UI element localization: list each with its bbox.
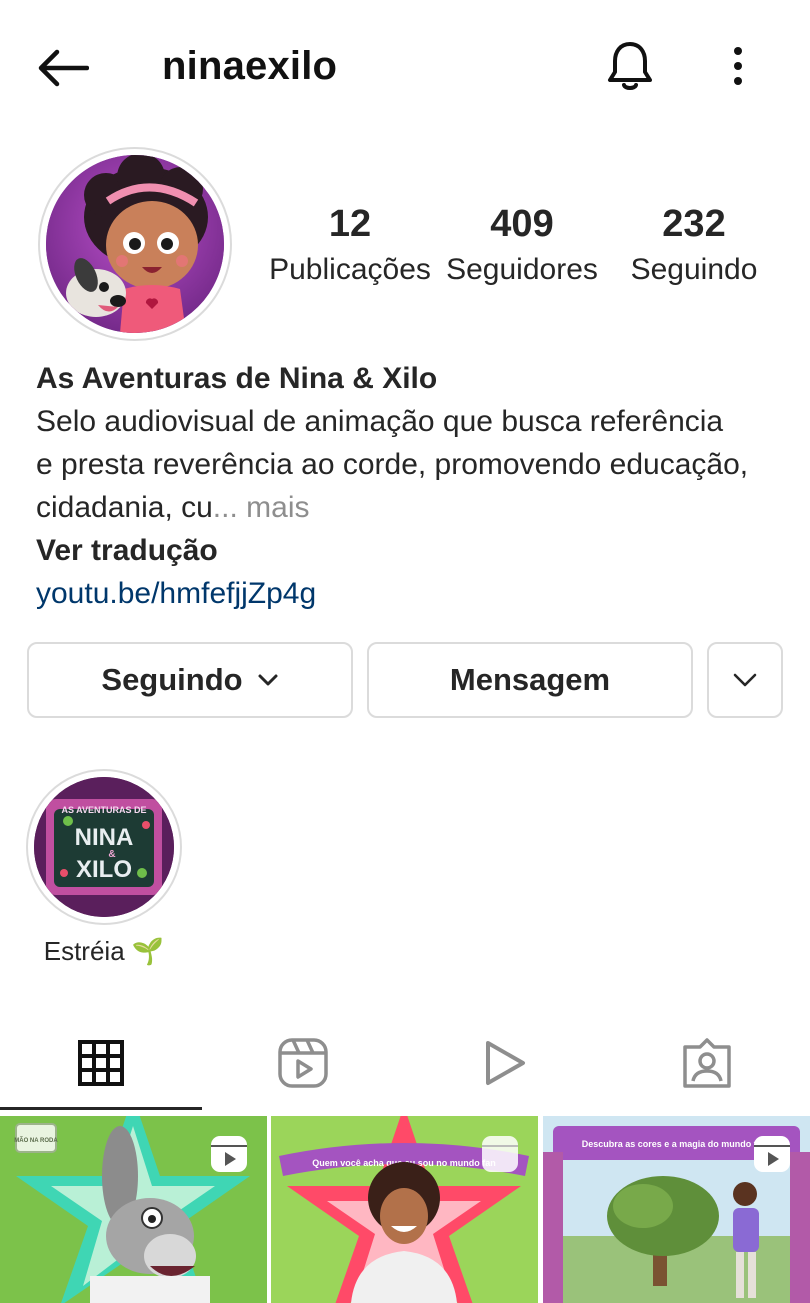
chevron-down-icon [733,673,757,687]
highlight-cover-subtitle: AS AVENTURAS DE [61,805,146,815]
posts-label: Publicações [269,253,431,286]
tab-tagged[interactable] [606,1016,808,1110]
reels-icon [278,1038,328,1088]
bio-line-2: e presta reverência ao corde, promovendo… [36,448,749,481]
bio-ellipsis: ... [212,491,238,524]
highlight-cover-title-2: XILO [76,856,132,883]
message-button[interactable]: Mensagem [367,642,693,718]
bio-more-link[interactable]: mais [238,491,309,524]
bell-icon [608,42,652,90]
stat-following[interactable]: 232 Seguindo [622,200,766,292]
post-thumbnail[interactable]: Quem você acha que eu sou no mundo fan [271,1116,538,1303]
reels-icon [754,1136,790,1172]
back-button[interactable] [30,40,94,96]
story-highlight[interactable]: AS AVENTURAS DE NINA & XILO Estréia 🌱 [26,769,182,967]
post-caption: Descubra as cores e a magia do mundo fan… [582,1139,771,1149]
profile-username: ninaexilo [162,44,338,88]
highlight-ring: AS AVENTURAS DE NINA & XILO [26,769,182,925]
tab-reels[interactable] [202,1016,404,1110]
followers-count: 409 [490,203,554,245]
bio-line-3: cidadania, cu... mais [36,486,776,529]
bio-website-link[interactable]: youtu.be/hmfefjjZp4g [36,572,776,616]
avatar-image [46,155,224,333]
following-label: Seguindo [630,253,758,286]
more-vertical-icon [734,47,742,85]
profile-tabs [0,1016,810,1112]
active-tab-indicator [0,1107,202,1110]
bio-line-1: Selo audiovisual de animação que busca r… [36,405,724,438]
post-thumbnail[interactable]: Descubra as cores e a magia do mundo fan… [543,1116,810,1303]
post-badge-text: MÃO NA RODA [14,1137,58,1144]
top-bar: ninaexilo [0,0,810,134]
highlight-cover-title-1: NINA [75,824,134,851]
reels-icon [482,1136,518,1172]
message-button-label: Mensagem [449,662,611,697]
stat-posts[interactable]: 12 Publicações [262,200,438,292]
profile-avatar[interactable] [38,147,232,341]
grid-icon [78,1040,124,1086]
highlight-cover: AS AVENTURAS DE NINA & XILO [34,777,174,917]
profile-bio: As Aventuras de Nina & Xilo Selo audiovi… [36,358,776,616]
post-thumbnail[interactable]: MÃO NA RODA [0,1116,267,1303]
suggested-accounts-button[interactable] [707,642,783,718]
chevron-down-icon [258,674,278,686]
arrow-left-icon [38,49,89,87]
bio-line-3-text: cidadania, cu [36,491,213,524]
stat-followers[interactable]: 409 Seguidores [440,200,604,292]
tagged-person-icon [683,1038,731,1088]
more-options-button[interactable] [712,36,764,96]
tab-videos[interactable] [404,1016,606,1110]
posts-count: 12 [328,203,372,245]
tab-posts-grid[interactable] [0,1016,202,1110]
notifications-button[interactable] [600,36,660,96]
following-button[interactable]: Seguindo [27,642,353,718]
profile-display-name: As Aventuras de Nina & Xilo [36,362,438,395]
play-icon [486,1041,525,1085]
following-count: 232 [662,203,726,245]
following-button-label: Seguindo [101,662,243,697]
see-translation-link[interactable]: Ver tradução [36,529,776,572]
posts-grid: MÃO NA RODA Quem você acha que eu sou no… [0,1116,810,1303]
followers-label: Seguidores [446,253,598,286]
reels-icon [211,1136,247,1172]
highlight-label: Estréia 🌱 [43,936,165,966]
